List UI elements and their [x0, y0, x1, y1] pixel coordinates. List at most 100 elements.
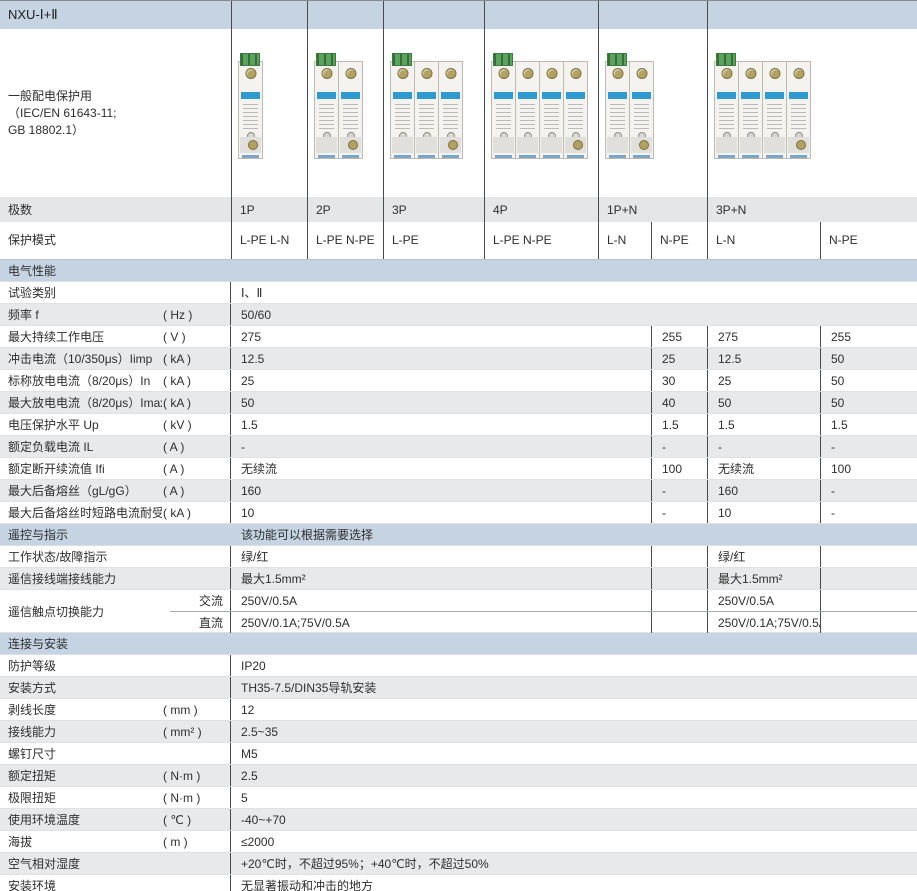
spec-value-cell: -40~+70 [231, 809, 917, 830]
row-label: 防护等级 [8, 657, 56, 674]
printed-text [634, 104, 649, 129]
screw-icon [498, 68, 509, 79]
spec-value-cell [820, 568, 917, 589]
spec-value-cell: 10 [231, 502, 651, 523]
section-header-row: 电气性能 [0, 260, 917, 282]
mode-cell: N-PE [820, 222, 917, 259]
printed-text [343, 104, 358, 129]
module-foot [718, 155, 735, 158]
mode-cell: L-PE N-PE [484, 222, 598, 259]
spec-value: 160 [241, 484, 261, 498]
spd-module [491, 61, 516, 159]
module-foot [766, 155, 783, 158]
spec-row: 工作状态/故障指示绿/红绿/红 [0, 546, 917, 568]
module-foot [790, 155, 807, 158]
module-base [493, 137, 514, 153]
row-label-cell: 额定扭矩( N·m ) [0, 765, 231, 786]
product-photo-1pn [605, 61, 654, 159]
row-unit: ( A ) [163, 484, 184, 498]
spec-value: - [662, 506, 666, 520]
spec-value-cell: 绿/红 [231, 546, 651, 567]
spec-value: 1.5 [718, 418, 735, 432]
screw-icon [612, 68, 623, 79]
spec-value-cell: 255 [820, 326, 917, 347]
spec-value-cell: 100 [651, 458, 707, 479]
sub-row: 交流250V/0.5A250V/0.5A [170, 590, 917, 612]
spec-value-cell: - [820, 436, 917, 457]
row-label-cell: 接线能力( mm² ) [0, 721, 231, 742]
spd-module [762, 61, 787, 159]
spec-value-cell: 250V/0.5A [707, 590, 820, 611]
row-label-cell: 工作状态/故障指示 [0, 546, 231, 567]
spec-value: 50 [241, 396, 254, 410]
spec-value-cell [651, 590, 707, 611]
spec-value: 1.5 [662, 418, 679, 432]
label-band [789, 92, 808, 99]
spec-value-cell: +20℃时，不超过95%；+40℃时，不超过50% [231, 853, 917, 874]
label-band [765, 92, 784, 99]
spec-value: - [241, 440, 245, 454]
spec-value: 250V/0.5A [718, 594, 774, 608]
spec-value: 10 [718, 506, 731, 520]
module-base [416, 137, 437, 153]
row-label: 遥信触点切换能力 [8, 603, 104, 620]
row-label: 额定扭矩 [8, 767, 56, 784]
product-note-line: 一般配电保护用 [8, 88, 92, 105]
row-label-cell: 剥线长度( mm ) [0, 699, 231, 720]
spec-value-cell: Ⅰ、Ⅱ [231, 282, 917, 303]
row-unit: ( kA ) [163, 396, 191, 410]
spec-value: 50/60 [241, 308, 271, 322]
printed-text [443, 104, 458, 129]
row-unit: ( mm² ) [163, 725, 202, 739]
spec-value-cell: - [231, 436, 651, 457]
spec-value: 无续流 [241, 460, 277, 477]
spec-value-cell: 无续流 [231, 458, 651, 479]
spec-value: 250V/0.5A [241, 594, 297, 608]
product-photo-cell-2p [307, 29, 383, 197]
spec-row: 电压保护水平 Up( kV )1.51.51.51.5 [0, 414, 917, 436]
spec-value: ≤2000 [241, 835, 274, 849]
row-unit: ( mm ) [163, 703, 198, 717]
spec-row: 遥信触点切换能力交流250V/0.5A250V/0.5A直流250V/0.1A;… [0, 590, 917, 633]
module-base [316, 137, 337, 153]
product-note-line: GB 18802.1） [8, 122, 84, 139]
spec-value-cell: 12.5 [707, 348, 820, 369]
screw-icon [248, 140, 258, 150]
module-foot [342, 155, 359, 158]
spec-value-cell: 2.5 [231, 765, 917, 786]
spec-value: 12 [241, 703, 254, 717]
product-photo-cell-1p [231, 29, 307, 197]
screw-icon [639, 140, 649, 150]
spec-value-cell: ≤2000 [231, 831, 917, 852]
spec-value: 2.5 [241, 769, 258, 783]
title-spacer [307, 1, 383, 29]
spec-value-cell: 50 [707, 392, 820, 413]
row-label-cell: 试验类别 [0, 282, 231, 303]
spec-value-cell: - [651, 502, 707, 523]
poles-row-label: 极数 [0, 197, 231, 222]
spec-row: 螺钉尺寸M5 [0, 743, 917, 765]
screw-icon [321, 68, 332, 79]
spec-row: 频率 f( Hz )50/60 [0, 304, 917, 326]
label-band [417, 92, 436, 99]
title-row: NXU-Ⅰ+Ⅱ [0, 0, 917, 29]
row-label: 安装方式 [8, 679, 56, 696]
row-label: 额定断开续流值 Ifi [8, 460, 105, 477]
spec-value-cell: 160 [231, 480, 651, 501]
row-label: 空气相对湿度 [8, 855, 80, 872]
row-label-cell: 最大持续工作电压( V ) [0, 326, 231, 347]
module-foot [519, 155, 536, 158]
product-photo-cell-3pn [707, 29, 917, 197]
spec-value: 绿/红 [241, 548, 268, 565]
spec-value: 250V/0.1A;75V/0.5A [241, 616, 350, 630]
spec-value-cell: IP20 [231, 655, 917, 676]
spec-value: 10 [241, 506, 254, 520]
product-image-row: 一般配电保护用 （IEC/EN 61643-11; GB 18802.1） [0, 29, 917, 197]
spec-value: - [662, 484, 666, 498]
mode-cell: L-N [598, 222, 651, 259]
spec-value-cell: 50 [820, 392, 917, 413]
product-photo-2p [314, 61, 363, 159]
spd-spec-sheet: NXU-Ⅰ+Ⅱ 一般配电保护用 （IEC/EN 61643-11; GB 188… [0, 0, 917, 891]
row-label: 最大后备熔丝时短路电流耐受能力 [8, 504, 162, 521]
spec-value-cell: - [707, 436, 820, 457]
